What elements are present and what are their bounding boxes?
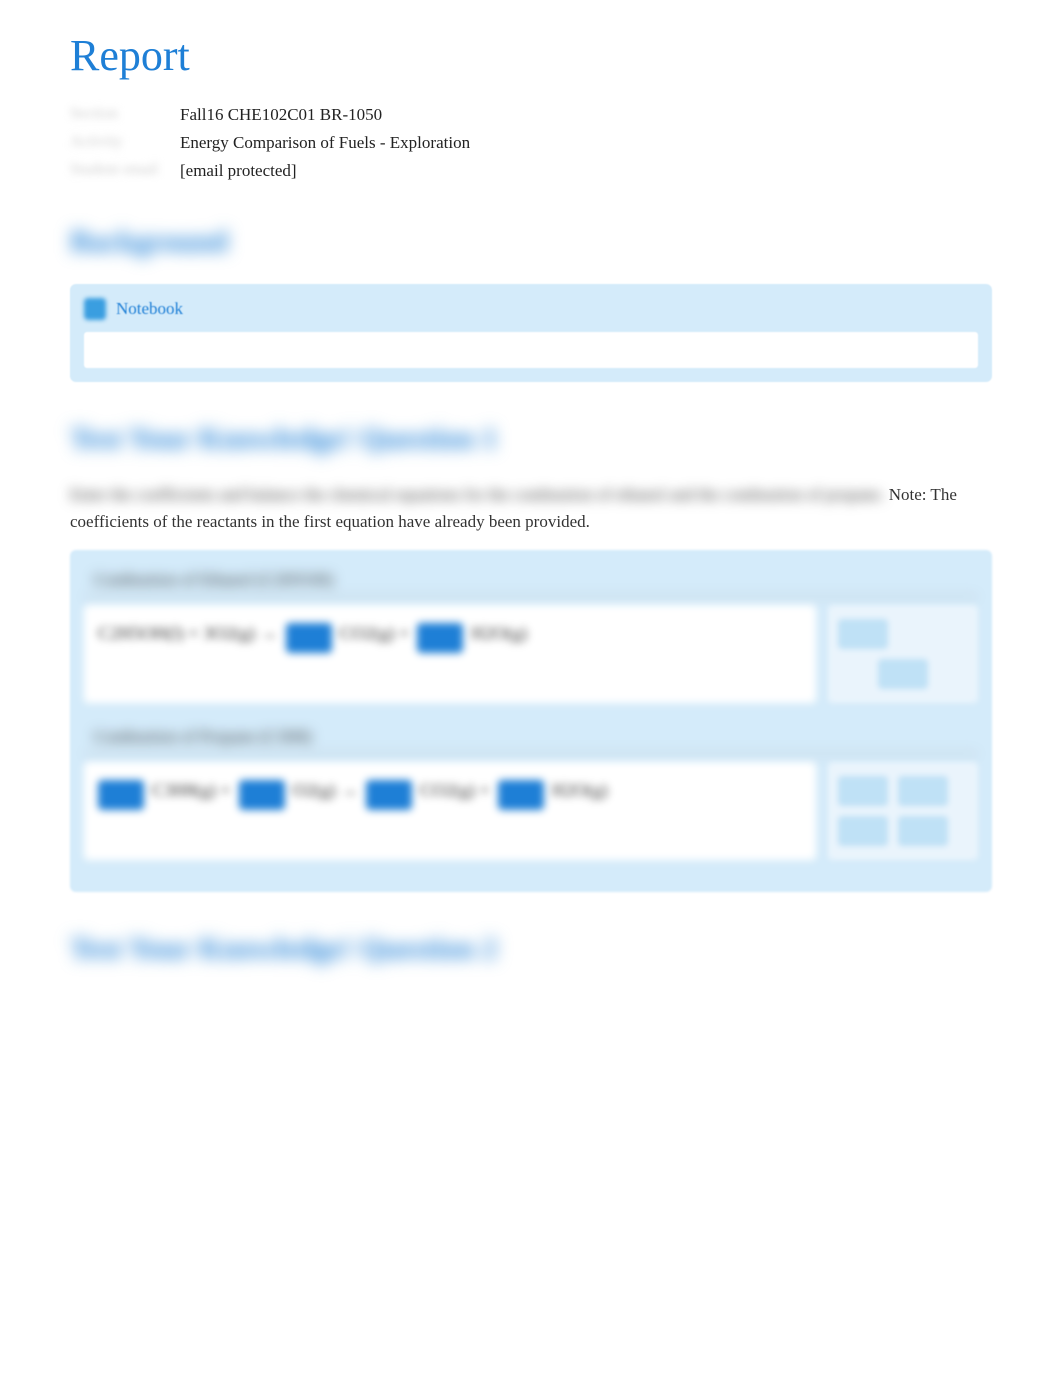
- coefficient-input[interactable]: [286, 623, 332, 653]
- formula-text: H2O(g): [471, 623, 527, 644]
- side-button[interactable]: [898, 776, 948, 806]
- instruction-blur-part: Enter the coefficients and balance the c…: [70, 485, 884, 504]
- equation-side-panel: [828, 605, 978, 703]
- meta-value-activity: Energy Comparison of Fuels - Exploration: [180, 133, 470, 153]
- meta-label: Activity: [70, 133, 180, 153]
- coefficient-input[interactable]: [366, 780, 412, 810]
- coefficient-input[interactable]: [98, 780, 144, 810]
- formula-text: C2H5OH(l) + 3O2(g) →: [98, 623, 278, 644]
- coefficient-input[interactable]: [498, 780, 544, 810]
- meta-table: Section Fall16 CHE102C01 BR-1050 Activit…: [70, 101, 992, 185]
- meta-label: Student email: [70, 161, 180, 181]
- meta-row: Section Fall16 CHE102C01 BR-1050: [70, 101, 992, 129]
- side-button[interactable]: [898, 816, 948, 846]
- equation-title: Combustion of Ethanol (C2H5OH): [84, 564, 978, 597]
- notebook-box: Notebook: [70, 284, 992, 382]
- coefficient-input[interactable]: [239, 780, 285, 810]
- question-1-heading: Test Your Knowledge! Question 1: [70, 422, 992, 456]
- meta-row: Activity Energy Comparison of Fuels - Ex…: [70, 129, 992, 157]
- notebook-header: Notebook: [84, 298, 978, 320]
- side-button[interactable]: [838, 776, 888, 806]
- notebook-icon: [84, 298, 106, 320]
- meta-value-email: [email protected]: [180, 161, 297, 181]
- side-button[interactable]: [838, 619, 888, 649]
- meta-label: Section: [70, 105, 180, 125]
- meta-row: Student email [email protected]: [70, 157, 992, 185]
- formula-text: CO2(g) +: [340, 623, 410, 644]
- question-1-instruction: Enter the coefficients and balance the c…: [70, 481, 992, 535]
- question-2-heading: Test Your Knowledge! Question 2: [70, 932, 992, 966]
- notebook-label: Notebook: [116, 299, 183, 319]
- equation-block-propane: Combustion of Propane (C3H8) C3H8(g) + O…: [84, 721, 978, 860]
- equations-container: Combustion of Ethanol (C2H5OH) C2H5OH(l)…: [70, 550, 992, 892]
- side-button[interactable]: [838, 816, 888, 846]
- equation-side-panel: [828, 762, 978, 860]
- formula-text: CO2(g) +: [420, 780, 490, 801]
- meta-value-section: Fall16 CHE102C01 BR-1050: [180, 105, 382, 125]
- formula-text: C3H8(g) +: [152, 780, 231, 801]
- formula-text: H2O(g): [552, 780, 608, 801]
- page-title: Report: [70, 30, 992, 81]
- notebook-input[interactable]: [84, 332, 978, 368]
- coefficient-input[interactable]: [417, 623, 463, 653]
- equation-block-ethanol: Combustion of Ethanol (C2H5OH) C2H5OH(l)…: [84, 564, 978, 703]
- formula-text: O2(g) →: [293, 780, 359, 801]
- equation-main: C3H8(g) + O2(g) → CO2(g) + H2O(g): [84, 762, 816, 860]
- background-heading: Background: [70, 225, 992, 259]
- equation-title: Combustion of Propane (C3H8): [84, 721, 978, 754]
- side-button[interactable]: [878, 659, 928, 689]
- equation-main: C2H5OH(l) + 3O2(g) → CO2(g) + H2O(g): [84, 605, 816, 703]
